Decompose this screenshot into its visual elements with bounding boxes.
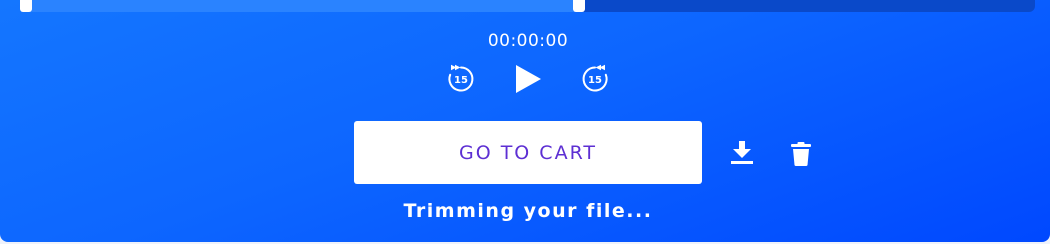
rewind-15-icon: 15 [448, 64, 474, 92]
trim-selection [20, 0, 579, 12]
delete-button[interactable] [790, 141, 812, 167]
play-icon [516, 65, 541, 93]
forward-15-button[interactable]: 15 [579, 63, 611, 95]
download-icon [731, 141, 753, 164]
go-to-cart-button[interactable]: GO TO CART [354, 121, 702, 184]
download-button[interactable] [729, 140, 755, 166]
trim-track[interactable] [20, 0, 1035, 12]
play-button[interactable] [512, 63, 544, 95]
trash-icon [791, 142, 811, 166]
trim-start-handle[interactable] [20, 0, 32, 12]
status-message: Trimming your file... [403, 200, 653, 222]
audio-trimmer-panel: 00:00:00 15 15 GO TO CART Trimming your … [0, 0, 1050, 242]
rewind-seconds-label: 15 [454, 75, 468, 86]
trim-end-handle[interactable] [573, 0, 585, 12]
forward-seconds-label: 15 [588, 75, 602, 86]
rewind-15-button[interactable]: 15 [445, 63, 477, 95]
playback-time: 00:00:00 [487, 31, 569, 51]
forward-15-icon: 15 [582, 64, 608, 92]
